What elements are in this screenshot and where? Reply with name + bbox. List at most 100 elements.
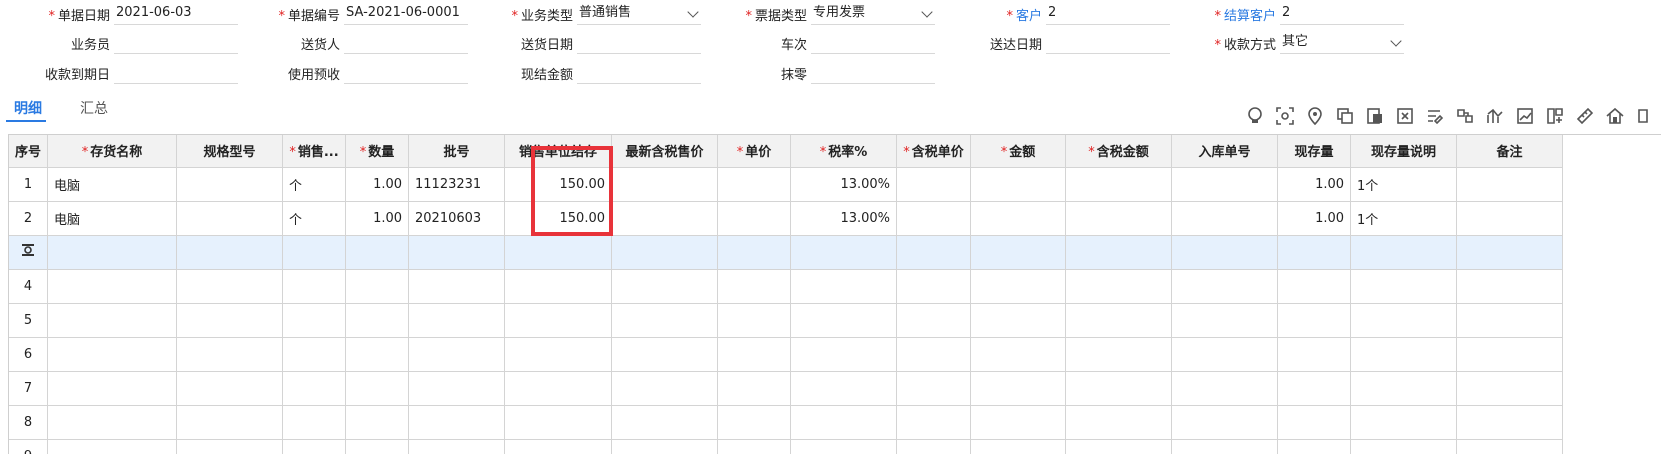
chart-icon[interactable] (1515, 106, 1535, 126)
col-header-unit-stock[interactable]: 销售单位结存 (504, 135, 613, 168)
cell-batch[interactable]: 20210603 (408, 201, 506, 236)
col-header-onhand[interactable]: 现存量 (1277, 135, 1352, 168)
tab-summary[interactable]: 汇总 (80, 98, 108, 118)
row-settings-icon[interactable] (21, 243, 35, 257)
cash-amount-input[interactable] (577, 62, 701, 84)
rounding-input[interactable] (811, 62, 935, 84)
cell-sales-unit[interactable]: 个 (282, 201, 347, 236)
salesman-input[interactable] (114, 32, 238, 54)
cell-tax-rate[interactable] (790, 235, 898, 270)
table-row[interactable]: 2 电脑 个 1.00 20210603 150.00 13.00% 1.00 … (9, 201, 1564, 236)
cell-price[interactable] (717, 167, 792, 202)
cell-qty[interactable]: 1.00 (345, 167, 410, 202)
cell-sales-unit[interactable] (282, 235, 347, 270)
invoice-type-select[interactable]: 专用发票 (811, 3, 935, 25)
bulb-icon[interactable] (1245, 106, 1265, 126)
cell-batch[interactable] (408, 235, 506, 270)
ruler-icon[interactable] (1575, 106, 1595, 126)
cell-tax-price[interactable] (896, 235, 972, 270)
table-row[interactable]: 8 (9, 405, 1564, 440)
cell-amount[interactable] (970, 201, 1067, 236)
cell-tax-amount[interactable] (1065, 167, 1173, 202)
delete-icon[interactable] (1395, 106, 1415, 126)
cell-qty[interactable] (345, 235, 410, 270)
col-header-spec[interactable]: 规格型号 (176, 135, 284, 168)
col-header-qty[interactable]: * 数量 (345, 135, 410, 168)
col-header-index[interactable]: 序号 (9, 135, 49, 168)
cell-tax-rate[interactable]: 13.00% (790, 167, 898, 202)
cell-amount[interactable] (970, 235, 1067, 270)
bill-date-input[interactable]: 2021-06-03 (114, 3, 238, 25)
cell-sales-unit[interactable]: 个 (282, 167, 347, 202)
customer-label[interactable]: 客户 (1016, 9, 1042, 24)
due-date-input[interactable] (114, 62, 238, 84)
col-header-latest-price[interactable]: 最新含税售价 (611, 135, 719, 168)
col-header-tax-rate[interactable]: * 税率% (790, 135, 898, 168)
tab-detail[interactable]: 明细 (14, 98, 42, 118)
cell-tax-amount[interactable] (1065, 201, 1173, 236)
cell-price[interactable] (717, 201, 792, 236)
col-header-inbound-no[interactable]: 入库单号 (1171, 135, 1279, 168)
location-icon[interactable] (1305, 106, 1325, 126)
cell-tax-price[interactable] (896, 167, 972, 202)
edit-icon[interactable] (1425, 106, 1445, 126)
required-mark: * (1214, 38, 1221, 53)
cell-remark[interactable] (1456, 235, 1564, 270)
cell-item-name[interactable] (47, 235, 178, 270)
cell-inbound-no[interactable] (1171, 167, 1279, 202)
cell-spec[interactable] (176, 201, 284, 236)
cell-tax-amount[interactable] (1065, 235, 1173, 270)
col-header-price[interactable]: * 单价 (717, 135, 792, 168)
cell-spec[interactable] (176, 167, 284, 202)
cell-batch[interactable]: 11123231 (408, 167, 506, 202)
field-invoice-type: * 票据类型 专用发票 (697, 1, 937, 27)
bill-no-input[interactable]: SA-2021-06-0001 (344, 3, 468, 25)
cell-amount[interactable] (970, 167, 1067, 202)
customer-input[interactable]: 2 (1046, 3, 1170, 25)
selected-row[interactable] (9, 235, 1564, 270)
cell-spec[interactable] (176, 235, 284, 270)
cell-item-name[interactable]: 电脑 (47, 167, 178, 202)
copy-icon[interactable] (1335, 106, 1355, 126)
col-header-item-name[interactable]: * 存货名称 (47, 135, 178, 168)
cell-qty[interactable]: 1.00 (345, 201, 410, 236)
cell-remark[interactable] (1456, 167, 1564, 202)
arrival-date-input[interactable] (1046, 32, 1170, 54)
home-icon[interactable] (1605, 106, 1625, 126)
insert-icon[interactable] (1545, 106, 1565, 126)
settle-customer-input[interactable]: 2 (1280, 3, 1404, 25)
col-header-tax-amount[interactable]: * 含税金额 (1065, 135, 1173, 168)
use-advance-input[interactable] (344, 62, 468, 84)
col-header-sales-unit[interactable]: * 销售... (282, 135, 347, 168)
table-row[interactable]: 1 电脑 个 1.00 11123231 150.00 13.00% 1.00 … (9, 167, 1564, 202)
col-header-amount[interactable]: * 金额 (970, 135, 1067, 168)
cell-remark[interactable] (1456, 201, 1564, 236)
business-type-select[interactable]: 普通销售 (577, 3, 701, 25)
table-row[interactable]: 5 (9, 303, 1564, 338)
cell-tax-rate[interactable]: 13.00% (790, 201, 898, 236)
cell-price[interactable] (717, 235, 792, 270)
table-row[interactable]: 6 (9, 337, 1564, 372)
col-header-tax-price[interactable]: * 含税单价 (896, 135, 972, 168)
cell-tax-price[interactable] (896, 201, 972, 236)
trip-input[interactable] (811, 32, 935, 54)
delivery-date-input[interactable] (577, 32, 701, 54)
cell-inbound-no[interactable] (1171, 201, 1279, 236)
deliverer-input[interactable] (344, 32, 468, 54)
trend-icon[interactable] (1485, 106, 1505, 126)
table-row[interactable]: 4 (9, 269, 1564, 304)
col-header-remark[interactable]: 备注 (1456, 135, 1564, 168)
settle-customer-label[interactable]: 结算客户 (1224, 9, 1276, 24)
scan-icon[interactable] (1275, 106, 1295, 126)
cell-item-name[interactable]: 电脑 (47, 201, 178, 236)
paste-icon[interactable] (1365, 106, 1385, 126)
col-header-batch[interactable]: 批号 (408, 135, 506, 168)
table-row[interactable]: 7 (9, 371, 1564, 406)
split-icon[interactable] (1455, 106, 1475, 126)
table-row[interactable]: 9 (9, 439, 1564, 454)
col-header-onhand-desc[interactable]: 现存量说明 (1350, 135, 1458, 168)
payment-method-select[interactable]: 其它 (1280, 32, 1404, 54)
row-settings-cell[interactable] (9, 235, 49, 270)
cell-inbound-no[interactable] (1171, 235, 1279, 270)
more-icon[interactable] (1635, 106, 1655, 126)
